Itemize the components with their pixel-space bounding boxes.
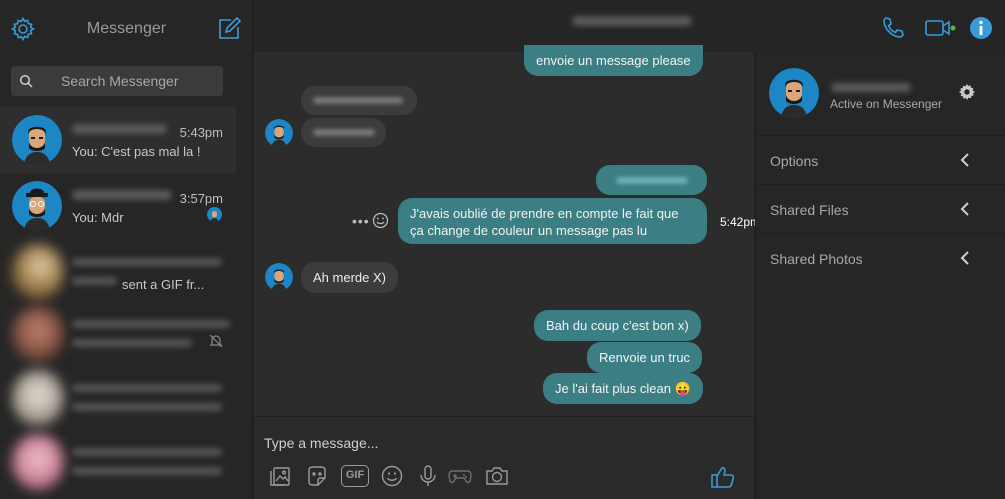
- message-outgoing[interactable]: Bah du coup c'est bon x): [534, 310, 701, 341]
- game-controller-icon[interactable]: [447, 464, 473, 488]
- conversation-time: 5:43pm: [179, 125, 223, 140]
- conversation-item[interactable]: [0, 366, 236, 432]
- preview-redacted: [72, 467, 222, 475]
- conversation-item[interactable]: sent a GIF fr...: [0, 240, 236, 306]
- conversation-preview: You: C'est pas mal la !: [72, 144, 201, 159]
- conversation-sidebar: Messenger Search Messenger 5:43pm You: C…: [0, 0, 253, 499]
- message-composer: GIF: [254, 416, 754, 499]
- chevron-left-icon: [958, 201, 972, 217]
- conversation-details-panel: Active on Messenger Options Shared Files…: [755, 52, 1005, 499]
- conversation-preview: You: Mdr: [72, 210, 124, 225]
- avatar: [12, 181, 62, 231]
- gif-button[interactable]: GIF: [341, 464, 369, 488]
- video-call-icon[interactable]: [924, 16, 956, 40]
- contact-name-redacted: [72, 384, 222, 392]
- read-receipt-avatar: [207, 207, 222, 222]
- photo-upload-icon[interactable]: [269, 464, 293, 488]
- phone-call-icon[interactable]: [881, 16, 905, 40]
- avatar: [12, 244, 64, 300]
- like-thumb-icon[interactable]: [710, 464, 736, 488]
- menu-item-label: Shared Photos: [770, 251, 863, 267]
- message-outgoing[interactable]: envoie un message please: [524, 45, 703, 76]
- search-input[interactable]: [61, 66, 221, 96]
- preview-redacted: [72, 339, 192, 347]
- message-text: Je l'ai fait plus clean: [555, 381, 671, 396]
- search-box: [11, 66, 223, 96]
- search-icon: [19, 74, 33, 88]
- chevron-left-icon: [958, 250, 972, 266]
- muted-icon: [209, 334, 223, 348]
- conversation-time: 3:57pm: [179, 191, 223, 206]
- contact-name-redacted: [72, 320, 230, 328]
- compose-icon[interactable]: [216, 16, 242, 42]
- contact-name-redacted: [72, 448, 222, 456]
- tongue-emoji-icon: 😛: [674, 381, 691, 396]
- contact-name-redacted: [72, 124, 167, 134]
- contact-name-redacted: [72, 258, 222, 266]
- contact-avatar: [265, 263, 293, 291]
- gear-icon[interactable]: [958, 83, 976, 101]
- shared-photos-menu-item[interactable]: Shared Photos: [756, 233, 1005, 282]
- conversation-item[interactable]: 5:43pm You: C'est pas mal la !: [0, 107, 236, 173]
- message-outgoing[interactable]: J'avais oublié de prendre en compte le f…: [398, 198, 707, 244]
- active-status: Active on Messenger: [830, 97, 943, 111]
- conversation-preview: sent a GIF fr...: [122, 277, 205, 292]
- emoji-icon[interactable]: [380, 464, 404, 488]
- info-icon[interactable]: [969, 16, 993, 40]
- message-outgoing-redacted[interactable]: [596, 165, 707, 195]
- more-options-icon[interactable]: •••: [352, 213, 370, 229]
- emoji-react-icon[interactable]: [372, 212, 389, 229]
- sender-redacted: [72, 277, 117, 285]
- avatar: [12, 306, 64, 362]
- menu-item-label: Shared Files: [770, 202, 849, 218]
- camera-icon[interactable]: [484, 464, 510, 488]
- sidebar-header: Messenger: [0, 0, 253, 60]
- conversation-item[interactable]: [0, 430, 236, 496]
- message-incoming-redacted[interactable]: [301, 86, 417, 115]
- conversation-item[interactable]: [0, 302, 236, 368]
- avatar: [12, 115, 62, 165]
- chat-title-redacted: [572, 16, 692, 26]
- microphone-icon[interactable]: [416, 464, 440, 488]
- avatar: [12, 434, 64, 490]
- sticker-icon[interactable]: [305, 464, 329, 488]
- contact-avatar: [265, 119, 293, 147]
- chevron-left-icon: [958, 152, 972, 168]
- menu-item-label: Options: [770, 153, 819, 169]
- message-incoming-redacted[interactable]: [301, 118, 386, 147]
- contact-name-redacted: [831, 83, 911, 92]
- message-line: ça change de couleur un message pas lu: [410, 223, 648, 238]
- message-incoming[interactable]: Ah merde X): [301, 262, 398, 293]
- message-list: envoie un message please ••• J'avais oub…: [254, 45, 760, 414]
- message-outgoing[interactable]: Renvoie un truc: [587, 342, 703, 373]
- chat-panel: envoie un message please ••• J'avais oub…: [254, 45, 760, 499]
- options-menu-item[interactable]: Options: [756, 135, 1005, 184]
- gif-label: GIF: [341, 465, 369, 487]
- message-outgoing[interactable]: Je l'ai fait plus clean 😛: [543, 373, 703, 404]
- shared-files-menu-item[interactable]: Shared Files: [756, 184, 1005, 233]
- conversation-item[interactable]: 3:57pm You: Mdr: [0, 173, 236, 239]
- avatar: [12, 370, 64, 426]
- contact-avatar[interactable]: [769, 68, 819, 118]
- contact-name-redacted: [72, 190, 172, 200]
- preview-redacted: [72, 403, 222, 411]
- message-input[interactable]: [264, 431, 734, 455]
- message-line: J'avais oublié de prendre en compte le f…: [410, 206, 679, 221]
